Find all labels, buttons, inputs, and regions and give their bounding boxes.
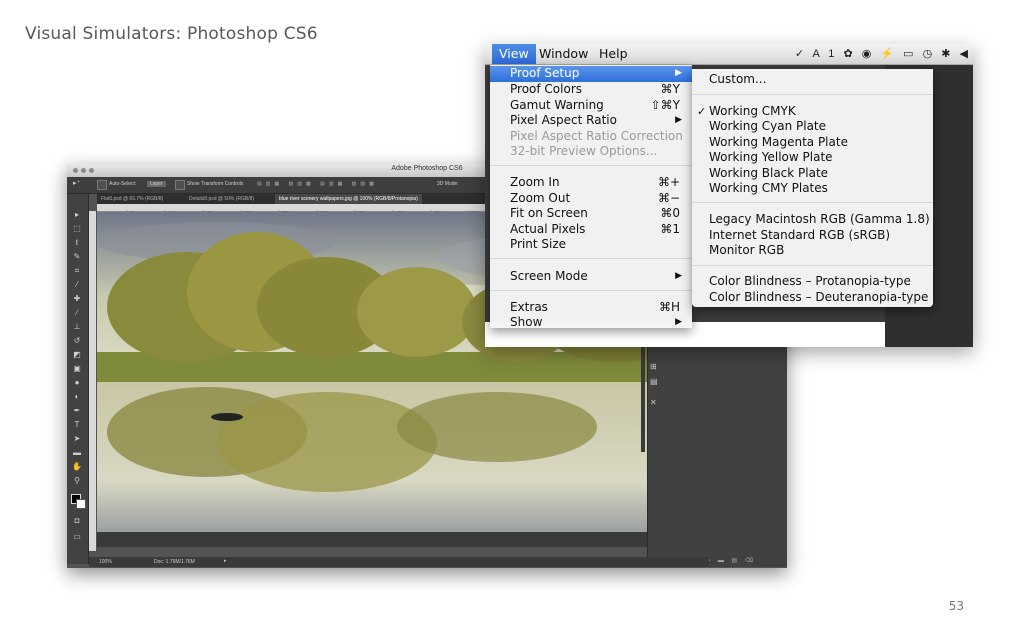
tools-panel-icon[interactable]: ✕ <box>650 398 657 407</box>
menu-item-32bit-preview: 32-bit Preview Options... <box>510 144 658 158</box>
quick-select-icon[interactable]: ✎ <box>72 252 82 262</box>
stamp-icon[interactable]: ⊥ <box>72 322 82 332</box>
doc-tab-active[interactable]: blue river scenery wallpapers.jpg @ 100%… <box>275 194 422 204</box>
menu-item-proof-colors[interactable]: Proof Colors ⌘Y <box>490 82 692 97</box>
proof-setup-submenu: Custom... ✓ Working CMYK Working Cyan Pla… <box>692 69 933 307</box>
submenu-item-cyan-plate[interactable]: Working Cyan Plate <box>692 119 933 134</box>
menu-separator <box>490 165 692 166</box>
layer-select-dropdown[interactable]: Layer <box>147 181 166 187</box>
zoom-level[interactable]: 100% <box>99 559 112 565</box>
menu-item-proof-setup[interactable]: Proof Setup ▶ <box>490 66 692 82</box>
submenu-item-legacy-mac-rgb[interactable]: Legacy Macintosh RGB (Gamma 1.8) <box>692 212 933 227</box>
3d-mode-label: 3D Mode: <box>437 181 459 187</box>
move-icon[interactable]: ▸ <box>72 210 82 220</box>
channels-panel-icon[interactable]: ▤ <box>650 377 658 386</box>
submenu-item-magenta-plate[interactable]: Working Magenta Plate <box>692 135 933 150</box>
submenu-item-deuteranopia[interactable]: Color Blindness – Deuteranopia-type <box>692 290 933 305</box>
lasso-icon[interactable]: ℓ <box>72 238 82 248</box>
slide-title: Visual Simulators: Photoshop CS6 <box>25 24 318 44</box>
menu-item-zoom-out[interactable]: Zoom Out ⌘− <box>490 191 692 206</box>
align-buttons-icon[interactable]: ▤▥▦ ▧▨▩ ▤▥▦ ▧▨▩ <box>257 181 378 187</box>
doc-tab[interactable]: Details8.psd @ 50% (RGB/8) <box>185 194 258 204</box>
menu-item-print-size[interactable]: Print Size <box>490 237 692 252</box>
auto-select-checkbox[interactable] <box>97 180 107 190</box>
menu-item-pixel-aspect-ratio[interactable]: Pixel Aspect Ratio ▶ <box>490 113 692 128</box>
eraser-icon[interactable]: ◩ <box>72 350 82 360</box>
view-menu: Proof Setup ▶ Proof Colors ⌘Y Gamut Warnin… <box>490 65 692 330</box>
menu-separator <box>692 202 933 203</box>
submenu-item-srgb[interactable]: Internet Standard RGB (sRGB) <box>692 228 933 243</box>
status-arrow-icon[interactable]: ▸ <box>224 558 227 564</box>
layers-panel-icon[interactable]: ⊞ <box>650 362 657 371</box>
menu-item-actual-pixels[interactable]: Actual Pixels ⌘1 <box>490 222 692 237</box>
healing-icon[interactable]: ✚ <box>72 294 82 304</box>
auto-select-label: Auto-Select: <box>109 181 137 187</box>
move-tool-icon[interactable]: ▸⁺ <box>73 179 80 187</box>
doc-size: Doc: 1.76M/1.76M <box>154 559 195 565</box>
eyedropper-icon[interactable]: ⁄ <box>72 280 82 290</box>
show-transform-label: Show Transform Controls <box>187 181 244 187</box>
page-number: 53 <box>948 599 964 613</box>
checkmark-icon: ✓ <box>697 105 707 118</box>
submenu-arrow-icon: ▶ <box>675 68 682 78</box>
shape-icon[interactable]: ▬ <box>72 448 82 458</box>
crop-icon[interactable]: ⌗ <box>72 266 82 276</box>
path-select-icon[interactable]: ➤ <box>72 434 82 444</box>
menu-item-gamut-warning[interactable]: Gamut Warning ⇧⌘Y <box>490 98 692 113</box>
menu-item-extras[interactable]: Extras ⌘H <box>490 300 692 315</box>
menu-item-pixel-aspect-correction: Pixel Aspect Ratio Correction <box>510 129 683 143</box>
submenu-item-monitor-rgb[interactable]: Monitor RGB <box>692 243 933 258</box>
submenu-item-cmy-plates[interactable]: Working CMY Plates <box>692 181 933 196</box>
pen-icon[interactable]: ✒ <box>72 406 82 416</box>
submenu-item-working-cmyk[interactable]: ✓ Working CMYK <box>692 104 933 119</box>
zoom-tool-icon[interactable]: ⚲ <box>72 476 82 486</box>
menu-help[interactable]: Help <box>592 44 635 64</box>
background-color-swatch[interactable] <box>76 499 86 509</box>
hand-icon[interactable]: ✋ <box>72 462 82 472</box>
menu-separator <box>490 290 692 291</box>
marquee-icon[interactable]: ⬚ <box>72 224 82 234</box>
submenu-arrow-icon: ▶ <box>675 271 682 281</box>
ps-tools-panel: ▸ ⬚ ℓ ✎ ⌗ ⁄ ✚ ∕ ⊥ ↺ ◩ ▣ ● ◐ ✒ T ➤ ▬ ✋ ⚲ … <box>67 194 89 564</box>
mac-menubar: View Window Help ✓ A 1 ✿ ◉ ⚡ ▭ ◷ ✱ ◀ <box>485 44 973 65</box>
submenu-item-black-plate[interactable]: Working Black Plate <box>692 166 933 181</box>
menubar-status-icons[interactable]: ✓ A 1 ✿ ◉ ⚡ ▭ ◷ ✱ ◀ <box>795 44 971 64</box>
menu-item-show[interactable]: Show ▶ <box>490 315 692 330</box>
menu-item-fit-on-screen[interactable]: Fit on Screen ⌘0 <box>490 206 692 221</box>
submenu-arrow-icon: ▶ <box>675 115 682 125</box>
submenu-arrow-icon: ▶ <box>675 317 682 327</box>
quick-mask-icon[interactable]: ◘ <box>72 516 82 526</box>
submenu-item-custom[interactable]: Custom... <box>692 72 933 87</box>
doc-tab[interactable]: Flat0.psd @ 66.7% (RGB/8) <box>97 194 167 204</box>
menu-separator <box>692 265 933 266</box>
menu-screenshot: View Window Help ✓ A 1 ✿ ◉ ⚡ ▭ ◷ ✱ ◀ Pro… <box>485 44 973 347</box>
gradient-icon[interactable]: ▣ <box>72 364 82 374</box>
submenu-item-yellow-plate[interactable]: Working Yellow Plate <box>692 150 933 165</box>
type-icon[interactable]: T <box>72 420 82 430</box>
show-transform-checkbox[interactable] <box>175 180 185 190</box>
dodge-icon[interactable]: ◐ <box>72 392 82 402</box>
ps-status-bar: 100% Doc: 1.76M/1.76M ▸ <box>89 557 709 567</box>
menu-item-screen-mode[interactable]: Screen Mode ▶ <box>490 269 692 284</box>
menu-item-zoom-in[interactable]: Zoom In ⌘+ <box>490 175 692 190</box>
brush-icon[interactable]: ∕ <box>72 308 82 318</box>
vertical-ruler <box>89 211 96 551</box>
menu-window[interactable]: Window <box>532 44 595 64</box>
submenu-item-protanopia[interactable]: Color Blindness – Protanopia-type <box>692 274 933 289</box>
blur-icon[interactable]: ● <box>72 378 82 388</box>
menu-view[interactable]: View <box>492 44 536 64</box>
history-brush-icon[interactable]: ↺ <box>72 336 82 346</box>
menu-separator <box>692 94 933 95</box>
menu-separator <box>490 258 692 259</box>
screen-mode-icon[interactable]: ▭ <box>72 532 82 542</box>
